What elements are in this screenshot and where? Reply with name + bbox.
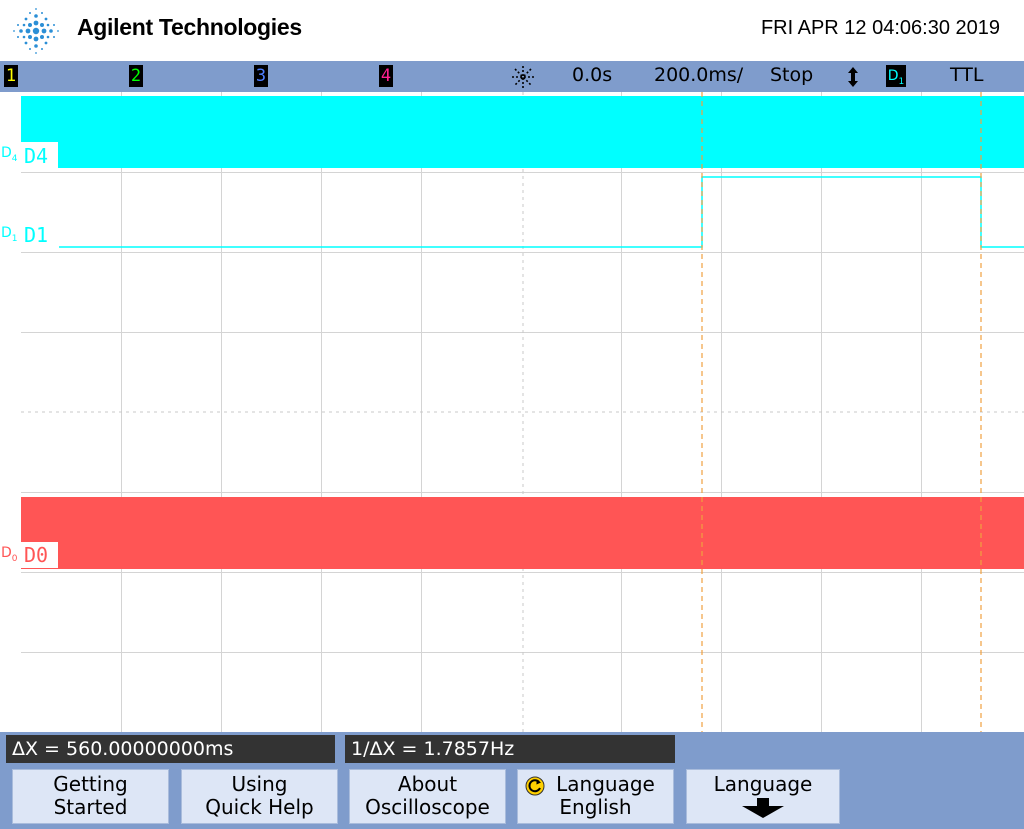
d4-trace bbox=[21, 96, 1024, 168]
d1-marker: D1 bbox=[1, 225, 18, 244]
d4-marker-letter: D bbox=[1, 145, 12, 161]
about-oscilloscope-softkey[interactable]: About Oscilloscope bbox=[349, 769, 506, 824]
brand-name: Agilent Technologies bbox=[77, 14, 302, 40]
d4-marker: D4 bbox=[1, 145, 18, 164]
softkey-label: English bbox=[559, 795, 632, 819]
agilent-spark-logo-icon bbox=[13, 8, 59, 54]
d1-marker-letter: D bbox=[1, 225, 12, 241]
getting-started-softkey[interactable]: Getting Started bbox=[12, 769, 169, 824]
d4-marker-number: 4 bbox=[11, 153, 18, 164]
graticule-center-axes bbox=[21, 92, 1024, 732]
d0-marker-letter: D bbox=[1, 545, 12, 561]
softkey-label: Quick Help bbox=[205, 795, 314, 819]
channel-1-indicator[interactable]: 1 bbox=[4, 65, 18, 87]
softkey-label: Oscilloscope bbox=[365, 795, 490, 819]
softkey-label: Getting bbox=[53, 772, 128, 796]
graticule bbox=[21, 92, 1024, 732]
updown-arrow-icon bbox=[848, 67, 858, 87]
d0-label: D0 bbox=[24, 543, 48, 567]
d1-trace bbox=[59, 176, 1024, 248]
logic-threshold[interactable]: TTL bbox=[950, 64, 983, 86]
delta-x-readout: ΔX = 560.00000000ms bbox=[6, 735, 335, 763]
softkey-label: Using bbox=[231, 772, 288, 796]
softkey-label: Language bbox=[713, 772, 813, 796]
timebase-scale[interactable]: 200.0ms/ bbox=[654, 64, 743, 86]
trigger-source[interactable]: D1 bbox=[886, 65, 906, 87]
language-menu-softkey[interactable]: Language bbox=[686, 769, 840, 824]
softkey-label: About bbox=[397, 772, 458, 796]
date-time: FRI APR 12 04:06:30 2019 bbox=[760, 17, 1000, 39]
trigger-asterisk-icon bbox=[512, 66, 534, 88]
down-arrow-icon bbox=[742, 798, 784, 818]
d0-marker: D0 bbox=[1, 545, 18, 564]
run-state[interactable]: Stop bbox=[770, 64, 813, 86]
d0-marker-number: 0 bbox=[11, 553, 18, 564]
language-english-softkey[interactable]: Language English bbox=[517, 769, 674, 824]
trigger-source-letter: D bbox=[887, 68, 899, 84]
trigger-source-number: 1 bbox=[898, 76, 905, 87]
d1-marker-number: 1 bbox=[11, 233, 18, 244]
channel-3-indicator[interactable]: 3 bbox=[254, 65, 268, 87]
channel-2-indicator[interactable]: 2 bbox=[129, 65, 143, 87]
channel-4-indicator[interactable]: 4 bbox=[379, 65, 393, 87]
header: Agilent Technologies FRI APR 12 04:06:30… bbox=[0, 0, 1024, 61]
channel-label-strip bbox=[0, 92, 21, 732]
d0-trace bbox=[21, 497, 1024, 569]
d1-label: D1 bbox=[24, 223, 48, 247]
horizontal-delay[interactable]: 0.0s bbox=[572, 64, 612, 86]
d4-label: D4 bbox=[24, 144, 48, 168]
inverse-delta-x-readout: 1/ΔX = 1.7857Hz bbox=[345, 735, 675, 763]
softkey-label: Started bbox=[53, 795, 128, 819]
quick-help-softkey[interactable]: Using Quick Help bbox=[181, 769, 338, 824]
waveform-display: D4 D1 D0 bbox=[21, 92, 1024, 732]
rotate-icon bbox=[525, 776, 545, 796]
